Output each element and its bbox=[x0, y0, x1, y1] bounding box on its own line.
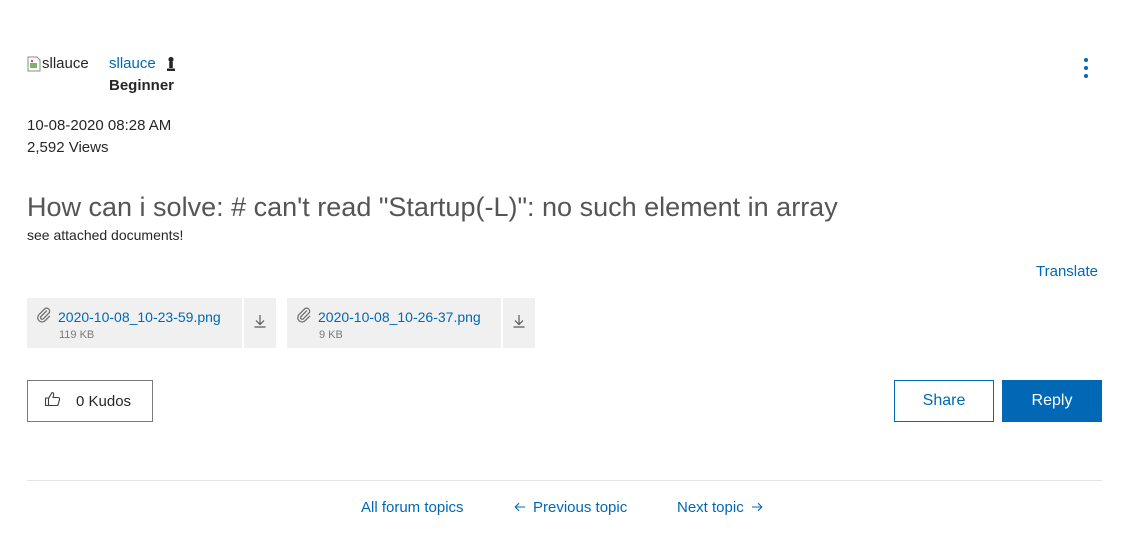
previous-topic-label[interactable]: Previous topic bbox=[533, 499, 627, 516]
previous-topic-link[interactable]: Previous topic bbox=[514, 499, 627, 516]
attachment-info: 2020-10-08_10-23-59.png 119 KB bbox=[27, 298, 242, 348]
attachment-filename[interactable]: 2020-10-08_10-26-37.png bbox=[318, 309, 481, 325]
author-rank: Beginner bbox=[109, 77, 175, 94]
translate-link[interactable]: Translate bbox=[1036, 263, 1098, 280]
broken-image-icon bbox=[27, 56, 41, 72]
download-button[interactable] bbox=[503, 298, 535, 348]
avatar-alt-text: sllauce bbox=[42, 55, 89, 72]
attachment-item: 2020-10-08_10-23-59.png 119 KB bbox=[27, 298, 276, 348]
attachment-item: 2020-10-08_10-26-37.png 9 KB bbox=[287, 298, 535, 348]
rank-icon bbox=[165, 56, 177, 77]
paperclip-icon bbox=[36, 307, 52, 326]
divider bbox=[27, 480, 1102, 481]
view-count: 2,592 Views bbox=[27, 139, 109, 156]
author-name-link[interactable]: sllauce bbox=[109, 55, 156, 72]
arrow-right-icon bbox=[751, 499, 763, 516]
kudos-button[interactable]: 0 Kudos bbox=[27, 380, 153, 422]
next-topic-link[interactable]: Next topic bbox=[677, 499, 763, 516]
attachment-link[interactable]: 2020-10-08_10-23-59.png bbox=[36, 307, 242, 326]
attachment-filename[interactable]: 2020-10-08_10-23-59.png bbox=[58, 309, 221, 325]
attachment-info: 2020-10-08_10-26-37.png 9 KB bbox=[287, 298, 501, 348]
attachment-size: 9 KB bbox=[319, 329, 343, 341]
download-icon bbox=[253, 314, 267, 333]
post-date: 10-08-2020 08:28 AM bbox=[27, 117, 172, 134]
thumbs-up-icon bbox=[44, 391, 61, 412]
next-topic-label[interactable]: Next topic bbox=[677, 499, 744, 516]
share-button[interactable]: Share bbox=[894, 380, 994, 422]
attachment-link[interactable]: 2020-10-08_10-26-37.png bbox=[296, 307, 501, 326]
paperclip-icon bbox=[296, 307, 312, 326]
attachment-size: 119 KB bbox=[59, 329, 95, 341]
reply-button[interactable]: Reply bbox=[1002, 380, 1102, 422]
avatar[interactable]: sllauce bbox=[27, 55, 89, 72]
all-forum-topics-link[interactable]: All forum topics bbox=[361, 499, 464, 516]
download-icon bbox=[512, 314, 526, 333]
post-title: How can i solve: # can't read "Startup(-… bbox=[27, 192, 838, 222]
download-button[interactable] bbox=[244, 298, 276, 348]
kudos-count: 0 Kudos bbox=[76, 392, 132, 410]
more-options-icon[interactable] bbox=[1078, 56, 1094, 80]
post-body: see attached documents! bbox=[27, 227, 184, 243]
arrow-left-icon bbox=[514, 499, 526, 516]
